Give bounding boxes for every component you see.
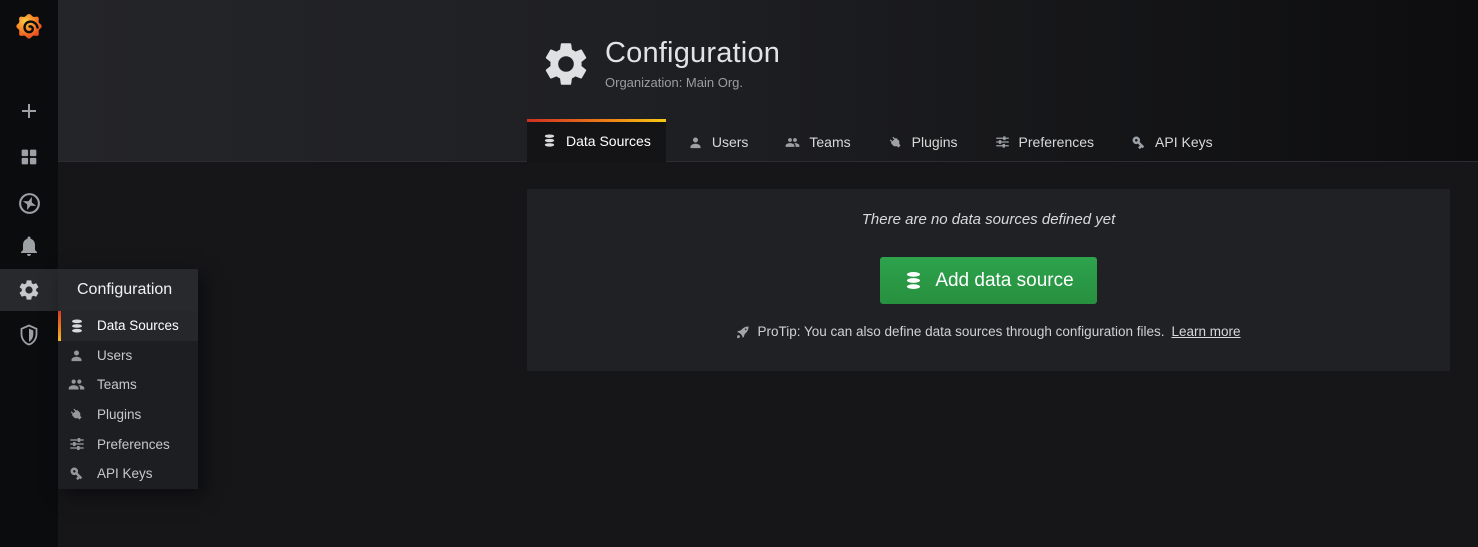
tab-users[interactable]: Users	[673, 122, 764, 162]
protip-text: ProTip: You can also define data sources…	[757, 324, 1164, 339]
compass-icon	[17, 191, 42, 216]
protip-row: ProTip: You can also define data sources…	[527, 324, 1450, 339]
page-header: Configuration Organization: Main Org. Da…	[58, 0, 1478, 162]
grafana-logo-icon[interactable]	[0, 6, 58, 50]
tab-label: Data Sources	[566, 133, 651, 149]
sidebar	[0, 0, 58, 547]
flyout-item-preferences[interactable]: Preferences	[58, 429, 198, 459]
flyout-item-label: Data Sources	[97, 318, 179, 333]
flyout-item-data-sources[interactable]: Data Sources	[58, 311, 198, 341]
add-data-source-button[interactable]: Add data source	[880, 257, 1096, 304]
tab-label: Teams	[809, 134, 850, 150]
tab-label: Plugins	[912, 134, 958, 150]
flyout-item-label: Plugins	[97, 407, 141, 422]
dashboards-icon	[18, 146, 40, 168]
flyout-item-label: Users	[97, 348, 132, 363]
rocket-icon	[736, 325, 750, 339]
database-icon	[68, 317, 85, 334]
user-icon	[688, 135, 703, 150]
tab-label: Preferences	[1019, 134, 1094, 150]
flyout-item-api-keys[interactable]: API Keys	[58, 459, 198, 489]
tab-teams[interactable]: Teams	[770, 122, 865, 162]
grafana-logo-icon	[12, 11, 46, 45]
tab-bar: Data Sources Users Teams Plugins Prefere…	[527, 119, 1235, 162]
plus-icon	[17, 99, 41, 123]
tab-preferences[interactable]: Preferences	[980, 122, 1109, 162]
flyout-menu: Data Sources Users Teams Plugins Prefere…	[58, 311, 198, 489]
sidebar-item-explore[interactable]	[0, 182, 58, 224]
users-icon	[68, 376, 85, 393]
learn-more-link[interactable]: Learn more	[1171, 324, 1240, 339]
flyout-title: Configuration	[58, 269, 198, 311]
sidebar-item-server-admin[interactable]	[0, 314, 58, 356]
gear-icon	[17, 278, 41, 302]
flyout-item-plugins[interactable]: Plugins	[58, 400, 198, 430]
sliders-icon	[995, 135, 1010, 150]
configuration-flyout: Configuration Data Sources Users Teams P…	[58, 269, 198, 489]
tab-data-sources[interactable]: Data Sources	[527, 119, 666, 162]
database-icon	[542, 133, 557, 148]
sidebar-item-dashboards[interactable]	[0, 136, 58, 178]
shield-icon	[17, 323, 41, 347]
bell-icon	[17, 234, 41, 258]
tab-label: API Keys	[1155, 134, 1213, 150]
key-icon	[68, 465, 85, 482]
flyout-item-label: Teams	[97, 377, 137, 392]
flyout-item-label: Preferences	[97, 437, 170, 452]
sidebar-item-alerting[interactable]	[0, 225, 58, 267]
flyout-item-users[interactable]: Users	[58, 341, 198, 371]
tab-api-keys[interactable]: API Keys	[1116, 122, 1228, 162]
page-title: Configuration	[605, 38, 780, 70]
plug-icon	[888, 135, 903, 150]
empty-state-message: There are no data sources defined yet	[527, 189, 1450, 228]
tab-plugins[interactable]: Plugins	[873, 122, 973, 162]
empty-datasources-panel: There are no data sources defined yet Ad…	[527, 189, 1450, 371]
gear-icon	[540, 38, 592, 90]
users-icon	[785, 135, 800, 150]
user-icon	[68, 347, 85, 364]
sliders-icon	[68, 436, 85, 453]
plug-icon	[68, 406, 85, 423]
key-icon	[1131, 135, 1146, 150]
flyout-item-teams[interactable]: Teams	[58, 370, 198, 400]
flyout-item-label: API Keys	[97, 466, 153, 481]
database-icon	[903, 270, 924, 291]
add-button-label: Add data source	[935, 270, 1073, 292]
sidebar-item-create[interactable]	[0, 90, 58, 132]
page-subtitle: Organization: Main Org.	[605, 75, 780, 90]
sidebar-item-configuration[interactable]	[0, 269, 58, 311]
tab-label: Users	[712, 134, 749, 150]
